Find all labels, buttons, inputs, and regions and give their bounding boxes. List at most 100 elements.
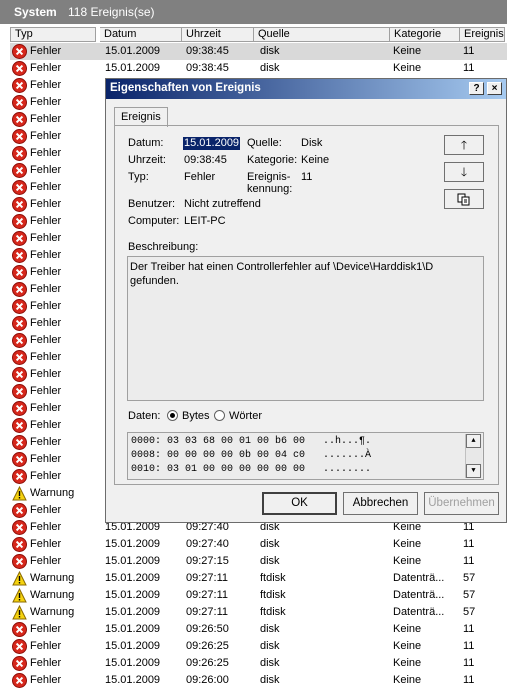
type-cell: Fehler	[30, 470, 62, 482]
ok-button[interactable]: OK	[262, 492, 337, 515]
bytes-label: Bytes	[182, 410, 210, 422]
type-cell: Fehler	[30, 623, 62, 635]
error-icon	[12, 282, 27, 297]
event-row[interactable]: Fehler 15.01.2009 09:26:50 disk Keine 11	[10, 621, 507, 638]
event-row[interactable]: Fehler 15.01.2009 09:27:15 disk Keine 11	[10, 553, 507, 570]
category-cell: Datenträ...	[393, 606, 445, 618]
apply-button[interactable]: Übernehmen	[424, 492, 499, 515]
type-cell: Fehler	[30, 300, 62, 312]
arrow-up-icon: 🡑	[460, 138, 468, 152]
scroll-up-icon[interactable]: ▲	[466, 434, 481, 448]
arrow-down-icon: 🡓	[460, 165, 468, 179]
warning-icon	[12, 587, 27, 603]
type-cell: Fehler	[30, 113, 62, 125]
event-row[interactable]: Warnung 15.01.2009 09:27:11 ftdisk Datenträ.…	[10, 587, 507, 604]
kennung-value: 11	[301, 171, 313, 183]
category-cell: Datenträ...	[393, 589, 445, 601]
error-icon	[12, 146, 27, 161]
type-cell: Fehler	[30, 79, 62, 91]
error-icon	[12, 418, 27, 433]
error-icon	[12, 639, 27, 654]
close-button[interactable]: ×	[487, 82, 502, 95]
error-icon	[12, 78, 27, 93]
error-icon	[12, 248, 27, 263]
event-row[interactable]: Fehler 15.01.2009 09:26:25 disk Keine 11	[10, 655, 507, 672]
type-cell: Warnung	[30, 487, 75, 499]
event-id-cell: 11	[463, 640, 475, 652]
quelle-value: Disk	[301, 137, 323, 149]
scroll-down-icon[interactable]: ▼	[466, 464, 481, 478]
error-icon	[12, 95, 27, 110]
previous-event-button[interactable]: 🡑	[444, 135, 484, 155]
type-cell: Fehler	[30, 504, 62, 516]
type-cell: Fehler	[30, 164, 62, 176]
beschreibung-label: Beschreibung:	[128, 241, 199, 253]
type-cell: Fehler	[30, 334, 62, 346]
type-cell: Fehler	[30, 45, 62, 57]
date-cell: 15.01.2009	[105, 555, 161, 567]
daten-label: Daten:	[128, 410, 161, 422]
event-id-cell: 57	[463, 572, 476, 584]
copy-button[interactable]	[444, 189, 484, 209]
category-cell: Keine	[393, 623, 422, 635]
type-cell: Fehler	[30, 232, 62, 244]
description-box[interactable]: Der Treiber hat einen Controllerfehler a…	[127, 256, 484, 401]
uhrzeit-label: Uhrzeit:	[128, 154, 166, 166]
warning-icon	[12, 570, 27, 586]
typ-value: Fehler	[184, 171, 216, 183]
typ-label: Typ:	[128, 171, 149, 183]
datum-value[interactable]: 15.01.2009	[183, 137, 241, 150]
date-cell: 15.01.2009	[105, 589, 161, 601]
bytes-radio[interactable]	[167, 410, 178, 421]
error-icon	[12, 44, 27, 59]
column-header-uhrzeit[interactable]: Uhrzeit	[182, 27, 254, 42]
hex-scrollbar[interactable]: ▲ ▼	[465, 434, 482, 478]
event-id-cell: 11	[463, 45, 475, 57]
error-icon	[12, 214, 27, 229]
help-button[interactable]: ?	[469, 82, 484, 95]
event-properties-dialog: Eigenschaften von Ereignis ? × Ereignis …	[105, 78, 507, 523]
type-cell: Fehler	[30, 147, 62, 159]
column-header-typ[interactable]: Typ	[10, 27, 96, 42]
type-cell: Warnung	[30, 606, 75, 618]
event-row[interactable]: Fehler 15.01.2009 09:26:25 disk Keine 11	[10, 638, 507, 655]
time-cell: 09:27:15	[186, 555, 229, 567]
type-cell: Fehler	[30, 419, 62, 431]
column-header-kategorie[interactable]: Kategorie	[390, 27, 460, 42]
event-row[interactable]: Warnung 15.01.2009 09:27:11 ftdisk Datenträ.…	[10, 604, 507, 621]
event-row[interactable]: Warnung 15.01.2009 09:27:11 ftdisk Datenträ.…	[10, 570, 507, 587]
source-cell: disk	[260, 623, 280, 635]
column-header-ereignis[interactable]: Ereignis	[460, 27, 505, 42]
tab-ereignis[interactable]: Ereignis	[114, 107, 168, 127]
error-icon	[12, 129, 27, 144]
event-id-cell: 57	[463, 606, 476, 618]
warning-icon	[12, 485, 27, 501]
error-icon	[12, 61, 27, 76]
type-cell: Fehler	[30, 215, 62, 227]
type-cell: Fehler	[30, 130, 62, 142]
error-icon	[12, 622, 27, 637]
time-cell: 09:27:11	[186, 589, 229, 601]
woerter-label: Wörter	[229, 410, 262, 422]
column-header-quelle[interactable]: Quelle	[254, 27, 390, 42]
woerter-radio[interactable]	[214, 410, 225, 421]
error-icon	[12, 520, 27, 535]
datum-label: Datum:	[128, 137, 164, 149]
type-cell: Fehler	[30, 283, 62, 295]
date-cell: 15.01.2009	[105, 62, 161, 74]
column-header-datum[interactable]: Datum	[100, 27, 182, 42]
event-row[interactable]: Fehler 15.01.2009 09:38:45 disk Keine 11	[10, 60, 507, 77]
type-cell: Fehler	[30, 351, 62, 363]
kategorie-label: Kategorie:	[247, 154, 298, 166]
event-row[interactable]: Fehler 15.01.2009 09:27:40 disk Keine 11	[10, 536, 507, 553]
error-icon	[12, 452, 27, 467]
cancel-button[interactable]: Abbrechen	[343, 492, 418, 515]
category-cell: Keine	[393, 538, 422, 550]
type-cell: Fehler	[30, 453, 62, 465]
next-event-button[interactable]: 🡓	[444, 162, 484, 182]
event-row[interactable]: Fehler 15.01.2009 09:38:45 disk Keine 11	[10, 43, 507, 60]
hex-data-box[interactable]: 0000: 03 03 68 00 01 00 b6 00 ..h...¶. 0…	[127, 432, 484, 480]
type-cell: Fehler	[30, 436, 62, 448]
time-cell: 09:38:45	[186, 62, 229, 74]
computer-label: Computer:	[128, 215, 180, 227]
